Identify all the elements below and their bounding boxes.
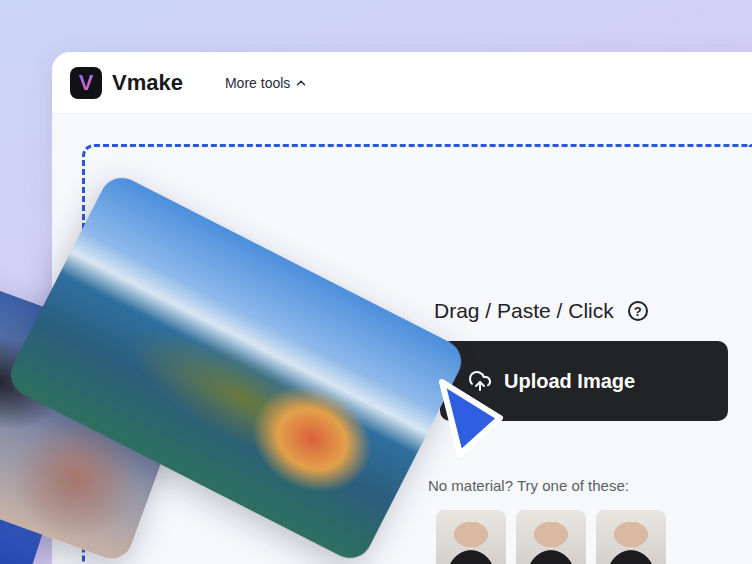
sample-thumbnail[interactable]	[516, 510, 586, 564]
help-icon[interactable]: ?	[628, 301, 648, 321]
sample-thumbnail[interactable]	[596, 510, 666, 564]
samples-row	[436, 510, 752, 564]
samples-label: No material? Try one of these:	[428, 477, 752, 494]
page: V Vmake More tools Drag / Paste / Click? Upl…	[0, 0, 752, 564]
menu-label: More tools	[225, 75, 290, 91]
upload-hint: Drag / Paste / Click?	[428, 299, 752, 323]
header: V Vmake More tools	[52, 52, 752, 114]
more-tools-menu[interactable]: More tools	[225, 75, 308, 91]
hint-text: Drag / Paste / Click	[434, 299, 614, 323]
logo-icon[interactable]: V	[70, 67, 102, 99]
chevron-up-icon	[294, 76, 308, 90]
cursor-icon	[430, 372, 514, 468]
brand-name[interactable]: Vmake	[112, 70, 183, 96]
sample-thumbnail[interactable]	[436, 510, 506, 564]
upload-button-label: Upload Image	[504, 370, 635, 393]
cloud-upload-icon	[468, 369, 492, 393]
logo-letter: V	[79, 72, 94, 94]
